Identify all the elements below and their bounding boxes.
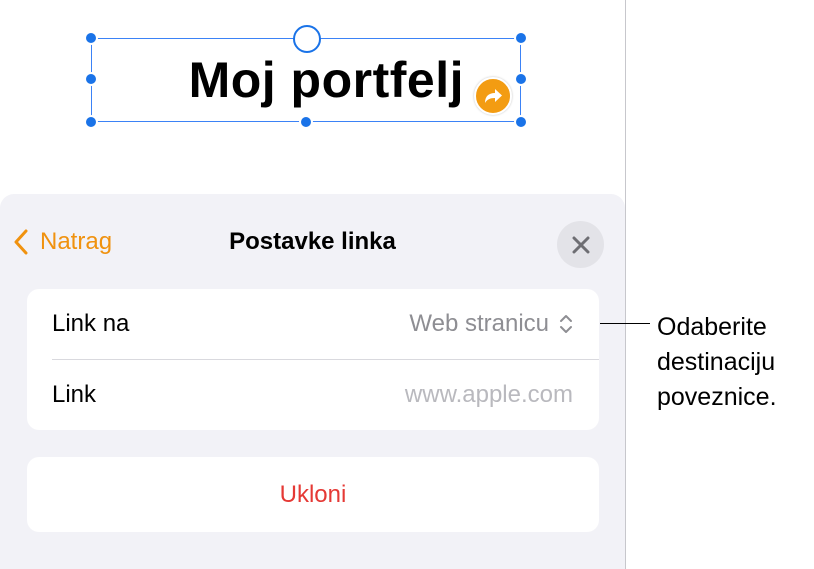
rotate-handle[interactable] (293, 25, 321, 53)
link-to-popup[interactable]: Web stranicu (409, 310, 573, 338)
link-label: Link (52, 381, 97, 408)
link-arrow-icon[interactable] (474, 77, 512, 115)
callout-line-1: Odaberite (657, 313, 767, 341)
remove-link-label: Ukloni (279, 480, 347, 508)
resize-handle-middle-left[interactable] (84, 72, 98, 86)
resize-handle-middle-right[interactable] (514, 72, 528, 86)
link-to-label: Link na (52, 310, 130, 337)
sheet-title: Postavke linka (229, 228, 396, 255)
link-settings-group: Link na Web stranicu Link www.apple.com (27, 289, 599, 430)
callout-line-2: destinaciju (657, 348, 776, 376)
resize-handle-bottom-right[interactable] (514, 115, 528, 129)
link-row: Link www.apple.com (27, 360, 599, 430)
link-url-field[interactable]: www.apple.com (405, 381, 573, 409)
callout-line-3: poveznice. (657, 383, 777, 411)
ipad-screen: Moj portfelj Natrag Postavke linka Link … (0, 0, 626, 569)
close-icon (572, 236, 589, 253)
close-button[interactable] (557, 221, 604, 268)
link-to-value: Web stranicu (409, 310, 549, 337)
remove-link-button[interactable]: Ukloni (27, 457, 599, 532)
callout-text: Odaberite destinaciju poveznice. (657, 310, 814, 415)
resize-handle-top-left[interactable] (84, 31, 98, 45)
resize-handle-top-right[interactable] (514, 31, 528, 45)
resize-handle-bottom-center[interactable] (299, 115, 313, 129)
resize-handle-bottom-left[interactable] (84, 115, 98, 129)
callout-line (600, 323, 650, 324)
chevron-up-down-icon (560, 315, 572, 333)
link-settings-sheet: Natrag Postavke linka Link na Web strani… (0, 194, 625, 569)
link-to-row[interactable]: Link na Web stranicu (27, 289, 599, 359)
